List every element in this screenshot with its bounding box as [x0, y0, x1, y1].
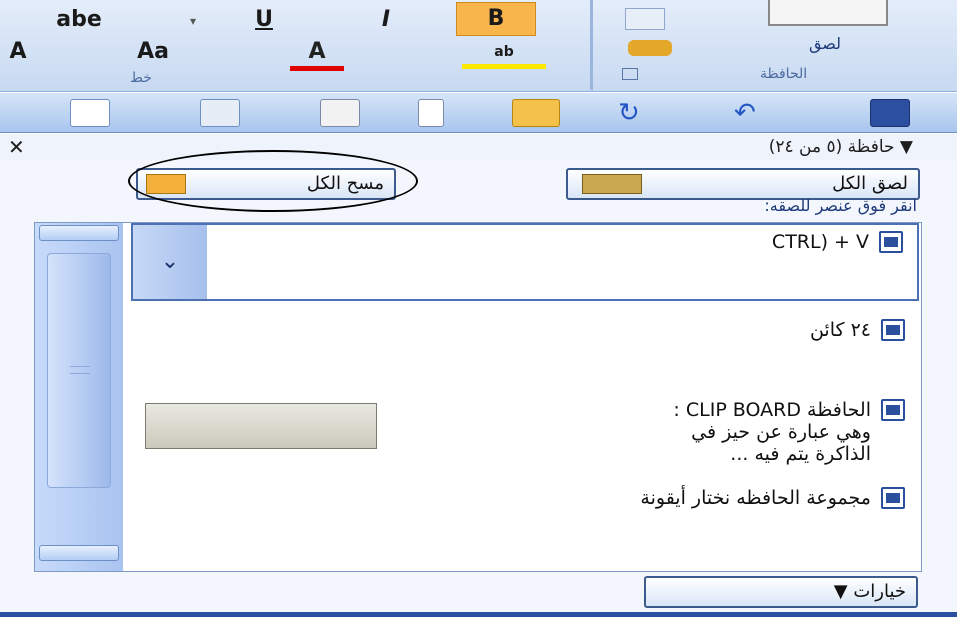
- pane-bottom-border: [0, 612, 957, 617]
- word-document-icon: [881, 487, 905, 509]
- select-objects-icon[interactable]: [70, 99, 110, 127]
- format-painter-icon[interactable]: [628, 40, 672, 56]
- item-text: CTRL) + V: [771, 231, 869, 253]
- scrollbar[interactable]: [35, 223, 123, 571]
- strikethrough-button[interactable]: abe: [44, 4, 114, 36]
- item-thumbnail: [145, 403, 377, 449]
- list-item[interactable]: ⌄ CTRL) + V: [131, 223, 919, 301]
- dialog-launcher-icon[interactable]: [622, 68, 638, 80]
- options-button[interactable]: خيارات ▼: [644, 576, 918, 608]
- item-text: مجموعة الحافظه نختار أيقونة: [640, 487, 871, 509]
- options-label: خيارات ▼: [833, 581, 906, 602]
- paste-all-label: لصق الكل: [832, 173, 908, 194]
- clipboard-pane-header: ✕ ▼ حافظة (٥ من ٢٤): [0, 134, 957, 160]
- close-icon[interactable]: ✕: [8, 134, 25, 160]
- change-case-button[interactable]: Aa: [118, 36, 188, 68]
- scroll-up-icon[interactable]: [39, 225, 119, 241]
- print-preview-icon[interactable]: [320, 99, 360, 127]
- paste-icon[interactable]: [768, 0, 888, 26]
- strikethrough-dropdown-icon[interactable]: ▾: [190, 14, 202, 28]
- item-text: ٢٤ كائن: [809, 319, 871, 341]
- word-document-icon: [881, 399, 905, 421]
- ribbon: abe ▾ U I B A Aa A ab خط لصق الحافظة: [0, 0, 957, 92]
- quick-access-toolbar: ↻ ↶: [0, 93, 957, 133]
- clear-all-highlight-ellipse: [128, 150, 418, 212]
- font-group-label: خط: [130, 70, 152, 86]
- item-text: الحافظة CLIP BOARD : وهي عبارة عن حيز في…: [673, 399, 871, 465]
- font-color-button[interactable]: A: [292, 36, 342, 68]
- scroll-grip: [70, 366, 90, 374]
- paste-all-icon: [582, 174, 642, 194]
- paste-hint: انقر فوق عنصر للصقه:: [764, 196, 917, 215]
- clipboard-group-label: الحافظة: [760, 66, 808, 82]
- copy-icon[interactable]: [625, 8, 665, 30]
- italic-button[interactable]: I: [366, 4, 406, 36]
- table-icon[interactable]: [200, 99, 240, 127]
- redo-icon[interactable]: ↻: [618, 99, 658, 127]
- save-icon[interactable]: [870, 99, 910, 127]
- word-document-icon: [879, 231, 903, 253]
- undo-icon[interactable]: ↶: [734, 99, 774, 127]
- paste-label[interactable]: لصق: [790, 34, 860, 53]
- list-item[interactable]: مجموعة الحافظه نختار أيقونة: [131, 481, 919, 521]
- open-folder-icon[interactable]: [512, 99, 560, 127]
- font-color-bar: [290, 66, 344, 71]
- item-dropdown-icon[interactable]: ⌄: [133, 225, 207, 299]
- list-item[interactable]: ٢٤ كائن: [131, 311, 919, 361]
- word-document-icon: [881, 319, 905, 341]
- clipboard-items-list: ⌄ CTRL) + V ٢٤ كائن الحافظة CLIP BOARD :…: [34, 222, 922, 572]
- scroll-down-icon[interactable]: [39, 545, 119, 561]
- ribbon-divider: [590, 0, 593, 90]
- grow-font-button[interactable]: A: [0, 36, 36, 68]
- bold-button[interactable]: B: [456, 2, 536, 36]
- underline-button[interactable]: U: [244, 4, 284, 36]
- highlight-bar: [462, 64, 546, 69]
- scroll-thumb[interactable]: [47, 253, 111, 488]
- list-item[interactable]: الحافظة CLIP BOARD : وهي عبارة عن حيز في…: [131, 391, 919, 483]
- new-document-icon[interactable]: [418, 99, 444, 127]
- pane-title[interactable]: ▼ حافظة (٥ من ٢٤): [769, 134, 913, 160]
